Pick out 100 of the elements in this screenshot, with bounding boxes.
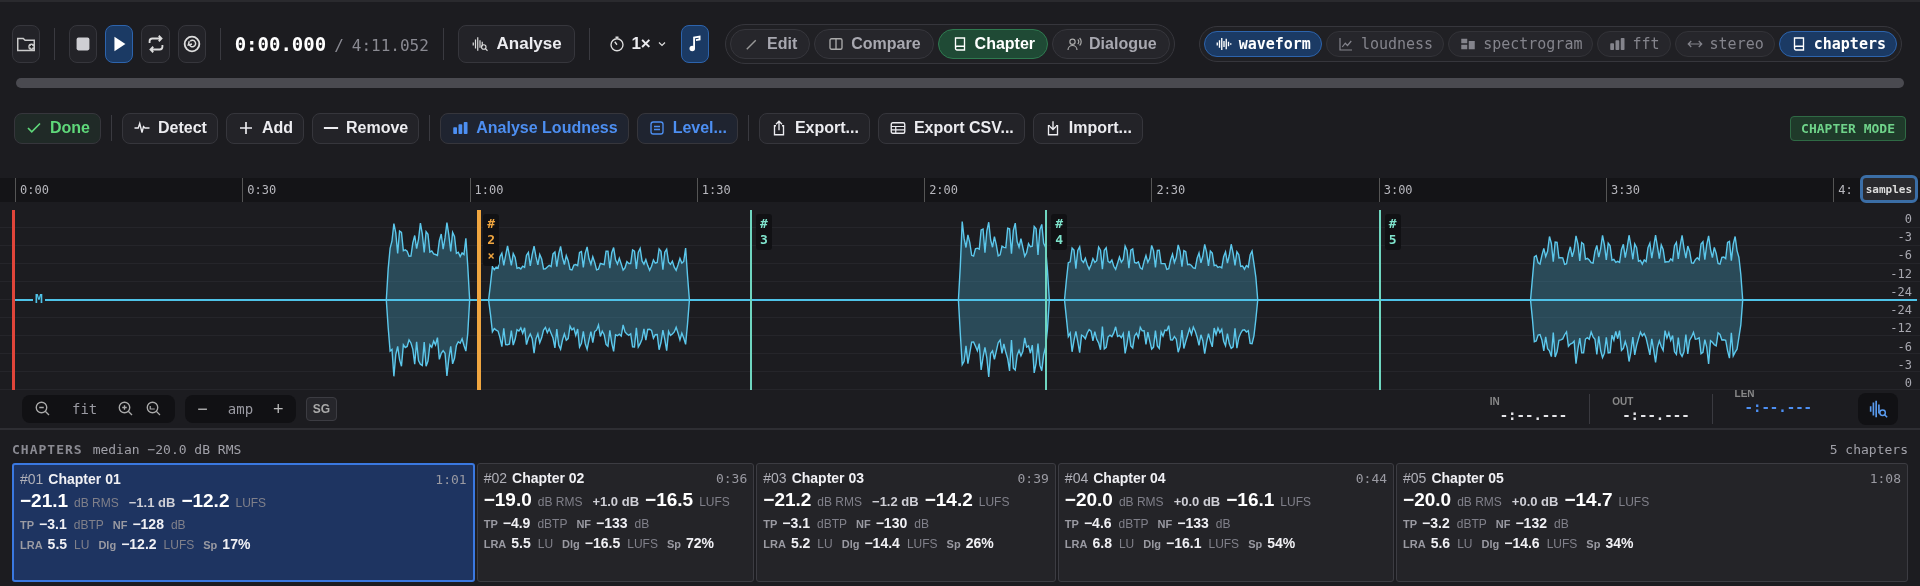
- time-tick-label: 4:: [1833, 178, 1853, 202]
- amp-decrease-button[interactable]: −: [197, 398, 208, 420]
- new-folder-button[interactable]: [12, 25, 41, 63]
- mode-tab[interactable]: Edit: [730, 29, 811, 59]
- metric-label: LRA: [483, 538, 507, 550]
- amp-label: amp: [226, 401, 255, 417]
- person-speaking-icon: [1065, 35, 1084, 53]
- mode-tab[interactable]: Compare: [814, 29, 934, 59]
- chapter-count: 5 chapters: [1829, 442, 1908, 457]
- view-tab[interactable]: spectrogram: [1448, 31, 1594, 57]
- metric-unit: LUFS: [699, 495, 730, 509]
- toolbar-button[interactable]: Detect: [122, 112, 218, 144]
- metric-value: −1.1 dB: [128, 495, 176, 510]
- metric-value: −128: [132, 516, 164, 532]
- metric-unit: dB: [1554, 517, 1569, 531]
- revert-button[interactable]: [177, 25, 206, 63]
- metric-value: −20.0: [1064, 489, 1113, 511]
- play-button[interactable]: [105, 25, 134, 63]
- metric-value: −133: [1177, 515, 1209, 531]
- view-tab[interactable]: stereo: [1674, 31, 1775, 57]
- chapters-heading: CHAPTERS: [12, 442, 83, 457]
- table-icon: [888, 119, 907, 137]
- toolbar-button[interactable]: Remove: [312, 112, 420, 144]
- mode-tab[interactable]: Dialogue: [1052, 29, 1170, 59]
- zoom-out-icon[interactable]: [34, 400, 52, 418]
- chapter-number: #03: [763, 470, 787, 486]
- speed-dropdown[interactable]: 1×: [603, 25, 673, 63]
- stop-button[interactable]: [68, 25, 98, 63]
- metric-unit: LU: [1457, 537, 1473, 551]
- metric-value: −19.0: [483, 489, 532, 511]
- readout-label: IN: [1489, 395, 1500, 407]
- metric-label: NF: [576, 518, 592, 530]
- metric-value: −3.1: [39, 516, 67, 532]
- metric-label: NF: [112, 519, 128, 531]
- metric-unit: LU: [817, 537, 833, 551]
- metric-value: −4.9: [502, 515, 531, 531]
- analyse-button[interactable]: Analyse: [457, 25, 575, 63]
- bar-chart-icon: [451, 119, 470, 137]
- time-tick-label: 1:30: [696, 178, 731, 202]
- metric-label: LRA: [1064, 538, 1088, 550]
- metric-label: TP: [1403, 518, 1418, 530]
- metric-unit: dBTP: [537, 517, 568, 531]
- start-marker-line[interactable]: [12, 210, 15, 390]
- metric-unit: LUFS: [235, 496, 267, 510]
- db-scale-label: -12: [1890, 321, 1912, 336]
- toolbar-button[interactable]: Import...: [1032, 112, 1143, 144]
- metric-value: −132: [1515, 515, 1547, 531]
- chapter-number: #05: [1403, 470, 1427, 486]
- view-tab[interactable]: chapters: [1778, 31, 1897, 57]
- metric-unit: dBTP: [1118, 517, 1149, 531]
- toolbar-button[interactable]: Analyse Loudness: [440, 112, 629, 144]
- metric-unit: dB RMS: [1118, 495, 1164, 509]
- channel-label: M: [33, 291, 45, 306]
- metric-value: 6.8: [1092, 535, 1112, 551]
- chapter-duration: 0:36: [715, 471, 748, 486]
- chapter-card[interactable]: #04 Chapter 04 0:44 −20.0 dB RMS +0.0 dB −16.1 LUFS TP −4.6 dBTP NF −133 dB LRA 6.8 LU Dlg −16.1 LUFS Sp 54%: [1057, 463, 1395, 582]
- done-button[interactable]: Done: [14, 112, 101, 144]
- samples-button[interactable]: samples: [1859, 175, 1918, 203]
- time-tick-label: 0:30: [242, 178, 277, 202]
- toolbar-button[interactable]: Export...: [758, 112, 870, 144]
- sg-button[interactable]: SG: [305, 397, 337, 421]
- metric-unit: LUFS: [906, 537, 938, 551]
- marker-number: 2: [487, 232, 495, 248]
- metric-unit: LU: [74, 538, 90, 552]
- chapter-card[interactable]: #05 Chapter 05 1:08 −20.0 dB RMS +0.0 dB −14.7 LUFS TP −3.2 dBTP NF −132 dB LRA 5.6 LU Dlg −14.6 LUFS Sp 34%: [1396, 463, 1908, 582]
- music-note-toggle[interactable]: [680, 25, 710, 63]
- metric-label: TP: [20, 519, 35, 531]
- metric-unit: dB: [634, 517, 650, 531]
- mode-tab[interactable]: Chapter: [937, 29, 1049, 59]
- metric-unit: LUFS: [1618, 495, 1650, 509]
- marker-remove-button[interactable]: ×: [487, 248, 495, 264]
- chapter-card[interactable]: #02 Chapter 02 0:36 −19.0 dB RMS +1.0 dB −16.5 LUFS TP −4.9 dBTP NF −133 dB LRA 5.5 LU Dlg −16.5 LUFS Sp 72%: [476, 463, 755, 582]
- waveform-search-button[interactable]: [1858, 393, 1898, 425]
- db-scale-label: -3: [1897, 357, 1912, 372]
- chapter-card[interactable]: #01 Chapter 01 1:01 −21.1 dB RMS −1.1 dB −12.2 LUFS TP −3.1 dBTP NF −128 dB LRA 5.5 LU Dlg −12.2 LUFS Sp 17%: [12, 463, 475, 582]
- bar-chart-icon: [1608, 35, 1627, 53]
- toolbar-button[interactable]: Export CSV...: [877, 112, 1025, 144]
- metric-unit: LUFS: [1208, 537, 1240, 551]
- metric-label: Dlg: [841, 538, 860, 550]
- chapter-duration: 1:01: [435, 472, 467, 487]
- marker-hash: #: [1055, 216, 1064, 232]
- metric-value: −16.5: [645, 489, 694, 511]
- view-tab[interactable]: loudness: [1325, 31, 1445, 57]
- toolbar-button[interactable]: Level...: [636, 112, 738, 144]
- view-tab[interactable]: waveform: [1203, 31, 1322, 57]
- metric-label: Dlg: [1481, 538, 1500, 550]
- amp-increase-button[interactable]: +: [273, 398, 284, 420]
- loop-button[interactable]: [141, 25, 170, 63]
- chapter-card[interactable]: #03 Chapter 03 0:39 −21.2 dB RMS −1.2 dB −14.2 LUFS TP −3.1 dBTP NF −130 dB LRA 5.2 LU Dlg −14.4 LUFS Sp 26%: [756, 463, 1056, 582]
- metric-value: +0.0 dB: [1511, 494, 1559, 509]
- view-tab[interactable]: fft: [1597, 31, 1671, 57]
- minus-icon: [323, 126, 339, 130]
- metric-value: −16.5: [584, 535, 621, 551]
- metric-value: 5.6: [1430, 535, 1451, 551]
- time-tick-label: 3:00: [1378, 178, 1413, 202]
- chapter-duration: 0:39: [1017, 471, 1049, 486]
- toolbar-button[interactable]: Add: [225, 112, 304, 144]
- zoom-fit-button[interactable]: fit: [62, 401, 108, 417]
- metric-value: −14.7: [1564, 489, 1613, 511]
- time-tick-label: 3:30: [1606, 178, 1640, 202]
